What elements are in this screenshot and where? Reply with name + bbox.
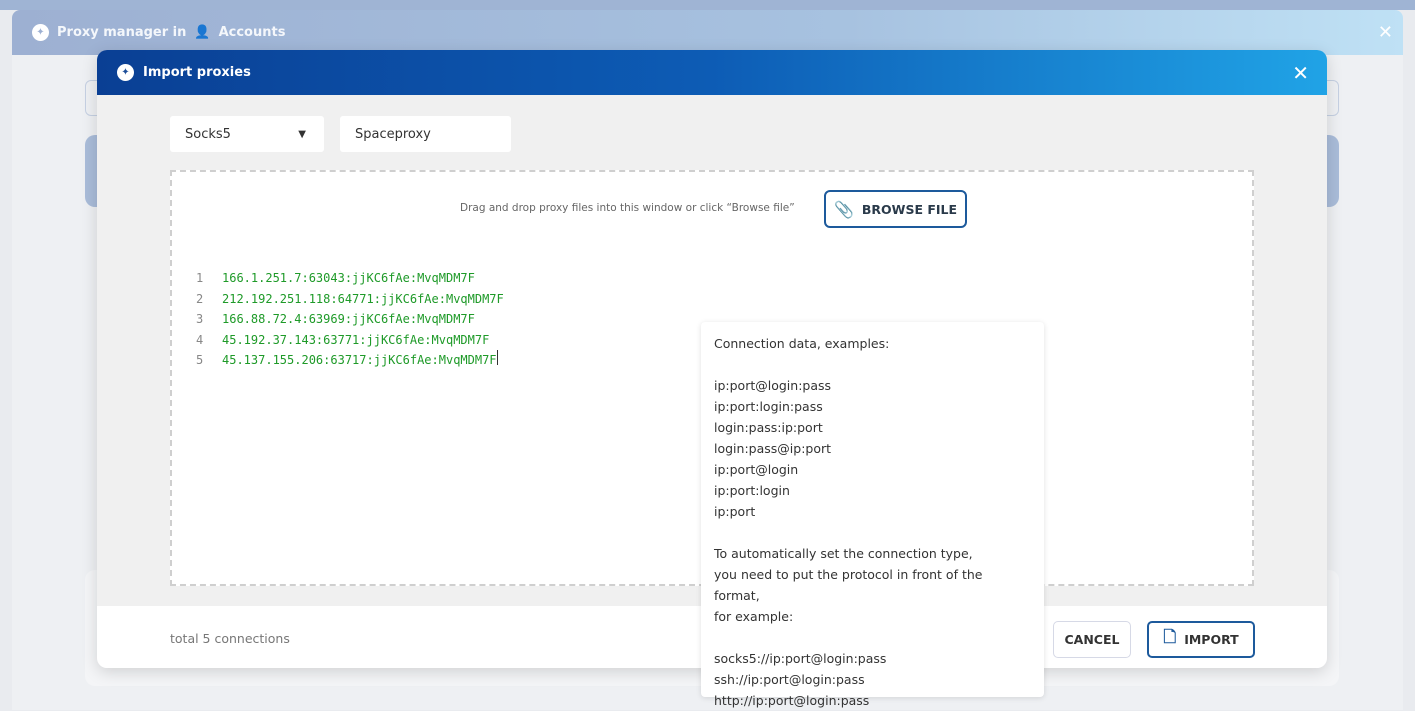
- line-text: 212.192.251.118:64771:jjKC6fAe:MvqMDM7F: [222, 289, 504, 310]
- line-number: 5: [196, 350, 222, 371]
- tooltip-note: you need to put the protocol in front of…: [714, 564, 1031, 606]
- editor-line: 3166.88.72.4:63969:jjKC6fAe:MvqMDM7F: [196, 309, 504, 330]
- editor-line: 1166.1.251.7:63043:jjKC6fAe:MvqMDM7F: [196, 268, 504, 289]
- format-example: ip:port:login: [714, 480, 1031, 501]
- import-label: IMPORT: [1184, 632, 1238, 647]
- line-number: 2: [196, 289, 222, 310]
- line-text: 45.137.155.206:63717:jjKC6fAe:MvqMDM7F: [222, 350, 497, 371]
- file-add-icon: 🗋: [1163, 626, 1176, 653]
- browse-file-button[interactable]: 📎 BROWSE FILE: [824, 190, 967, 228]
- line-number: 3: [196, 309, 222, 330]
- text-caret: [497, 350, 498, 365]
- format-example: ip:port:login:pass: [714, 396, 1031, 417]
- tooltip-note: for example:: [714, 606, 1031, 627]
- close-icon[interactable]: ✕: [1292, 61, 1309, 85]
- accounts-icon: 👤: [194, 25, 210, 40]
- cancel-button[interactable]: CANCEL: [1053, 621, 1131, 658]
- format-example: ip:port@login: [714, 459, 1031, 480]
- chevron-down-icon: ▼: [298, 129, 306, 140]
- protocol-example: socks5://ip:port@login:pass: [714, 648, 1031, 669]
- cancel-label: CANCEL: [1065, 632, 1120, 647]
- editor-line: 545.137.155.206:63717:jjKC6fAe:MvqMDM7F: [196, 350, 504, 371]
- browse-file-label: BROWSE FILE: [862, 202, 957, 217]
- tooltip-note: To automatically set the connection type…: [714, 543, 1031, 564]
- line-number: 4: [196, 330, 222, 351]
- format-tooltip: Connection data, examples: ip:port@login…: [701, 322, 1044, 697]
- editor-line: 445.192.37.143:63771:jjKC6fAe:MvqMDM7F: [196, 330, 504, 351]
- background-bar: [0, 0, 1415, 10]
- drop-hint: Drag and drop proxy files into this wind…: [460, 202, 795, 214]
- format-example: ip:port@login:pass: [714, 375, 1031, 396]
- line-text: 45.192.37.143:63771:jjKC6fAe:MvqMDM7F: [222, 330, 489, 351]
- format-example: ip:port: [714, 501, 1031, 522]
- dialog-header: ✦ Import proxies: [97, 50, 1327, 95]
- proxy-type-value: Socks5: [185, 127, 231, 142]
- close-icon[interactable]: ✕: [1378, 22, 1393, 43]
- dialog-title: Import proxies: [143, 65, 251, 80]
- app-logo-icon: ✦: [117, 64, 134, 81]
- line-text: 166.1.251.7:63043:jjKC6fAe:MvqMDM7F: [222, 268, 475, 289]
- line-number: 1: [196, 268, 222, 289]
- line-text: 166.88.72.4:63969:jjKC6fAe:MvqMDM7F: [222, 309, 475, 330]
- import-button[interactable]: 🗋 IMPORT: [1147, 621, 1255, 658]
- accounts-label[interactable]: Accounts: [219, 25, 286, 40]
- provider-value: Spaceproxy: [355, 127, 431, 142]
- proxy-type-select[interactable]: Socks5 ▼: [170, 116, 324, 152]
- proxy-manager-header: ✦ Proxy manager in 👤 Accounts: [12, 10, 1403, 55]
- connections-count: total 5 connections: [170, 631, 290, 646]
- provider-input[interactable]: Spaceproxy: [340, 116, 511, 152]
- format-example: login:pass:ip:port: [714, 417, 1031, 438]
- proxy-editor[interactable]: 1166.1.251.7:63043:jjKC6fAe:MvqMDM7F 221…: [196, 268, 504, 371]
- protocol-example: ssh://ip:port@login:pass: [714, 669, 1031, 690]
- tooltip-heading: Connection data, examples:: [714, 333, 1031, 354]
- proxy-manager-title: Proxy manager in: [57, 25, 186, 40]
- app-logo-icon: ✦: [32, 24, 49, 41]
- format-example: login:pass@ip:port: [714, 438, 1031, 459]
- protocol-example: http://ip:port@login:pass: [714, 690, 1031, 711]
- editor-line: 2212.192.251.118:64771:jjKC6fAe:MvqMDM7F: [196, 289, 504, 310]
- paperclip-icon: 📎: [834, 200, 854, 219]
